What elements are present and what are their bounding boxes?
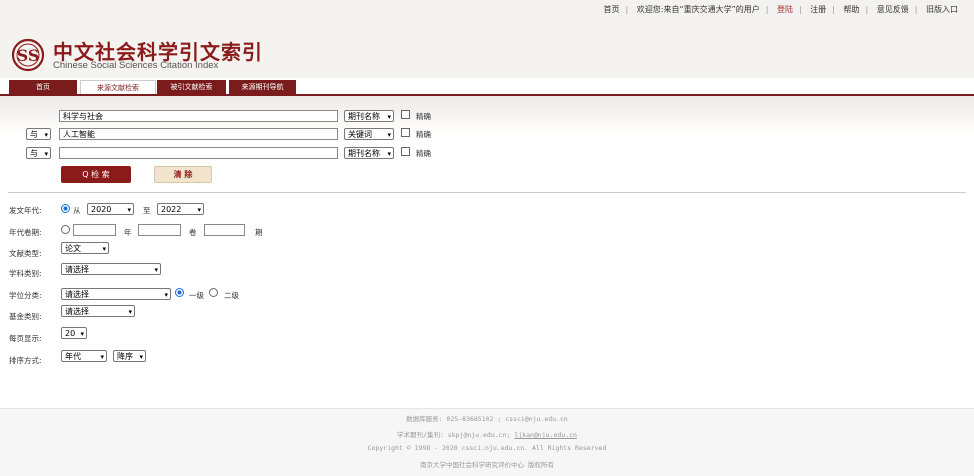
tab-journal-nav[interactable]: 来源期刊导航	[229, 80, 296, 94]
top-links: 首页 | 欢迎您:来自“重庆交通大学”的用户 | 登陆 | 注册 | 帮助 | 意见反馈 |…	[603, 4, 958, 15]
fund-value: 请选择	[65, 307, 89, 316]
sort-order-select[interactable]: 降序 ▾	[113, 350, 146, 362]
chevron-down-icon: ▾	[102, 245, 106, 253]
exact-checkbox-2[interactable]	[401, 128, 410, 137]
tab-home[interactable]: 首页	[9, 80, 77, 94]
exact-label-1: 精确	[416, 112, 431, 121]
exact-label-3: 精确	[416, 149, 431, 158]
logic-select-3[interactable]: 与 ▾	[26, 147, 51, 159]
volume-unit-label: 卷	[189, 228, 197, 237]
chevron-down-icon: ▾	[387, 113, 391, 121]
chevron-down-icon: ▾	[128, 308, 132, 316]
year-from-label: 从	[73, 206, 81, 215]
field-select-2-value: 关键词	[348, 130, 372, 139]
degree-value: 请选择	[65, 290, 89, 299]
sort-label: 排序方式:	[9, 356, 42, 365]
sort-field-value: 年代	[65, 352, 81, 361]
footer-email-link[interactable]: ljkan@nju.edu.cn	[514, 431, 577, 439]
volume-input[interactable]	[138, 224, 181, 236]
chevron-down-icon: ▾	[139, 353, 143, 361]
perpage-label: 每页显示:	[9, 334, 42, 343]
year-from-value: 2020	[91, 205, 112, 214]
level2-radio[interactable]	[209, 288, 218, 297]
subject-select[interactable]: 请选择 ▾	[61, 263, 161, 275]
issue-input[interactable]	[204, 224, 245, 236]
perpage-value: 20	[65, 329, 76, 338]
volume-radio[interactable]	[61, 225, 70, 234]
chevron-down-icon: ▾	[197, 206, 201, 214]
exact-label-2: 精确	[416, 130, 431, 139]
search-input-1[interactable]: 科学与社会	[59, 110, 338, 122]
level1-radio[interactable]	[175, 288, 184, 297]
degree-select[interactable]: 请选择 ▾	[61, 288, 171, 300]
chevron-down-icon: ▾	[387, 131, 391, 139]
doctype-label: 文献类型:	[9, 249, 42, 258]
subject-label: 学科类别:	[9, 269, 42, 278]
login-link[interactable]: 登陆	[777, 4, 793, 15]
exact-checkbox-1[interactable]	[401, 110, 410, 119]
divider	[8, 192, 966, 193]
chevron-down-icon: ▾	[387, 150, 391, 158]
chevron-down-icon: ▾	[44, 150, 48, 158]
chevron-down-icon: ▾	[164, 291, 168, 299]
field-select-1-value: 期刊名称	[348, 112, 380, 121]
site-subtitle: Chinese Social Sciences Citation Index	[53, 60, 219, 71]
tab-source-search[interactable]: 来源文献检索	[80, 80, 156, 94]
year-to-label: 至	[143, 206, 151, 215]
chevron-down-icon: ▾	[154, 266, 158, 274]
fund-select[interactable]: 请选择 ▾	[61, 305, 135, 317]
year-to-value: 2022	[161, 205, 182, 214]
home-link[interactable]: 首页	[604, 4, 620, 15]
year-from-select[interactable]: 2020 ▾	[87, 203, 134, 215]
footer-owner: 南京大学中国社会科学研究评价中心 版权所有	[420, 461, 554, 469]
field-select-3-value: 期刊名称	[348, 149, 380, 158]
volume-label: 年代卷期:	[9, 228, 42, 237]
clear-button[interactable]: 清 除	[154, 166, 212, 183]
footer-journal: 学术期刊/集刊: skpj@nju.edu.cn; ljkan@nju.edu.…	[0, 429, 974, 439]
year-to-select[interactable]: 2022 ▾	[157, 203, 204, 215]
chevron-down-icon: ▾	[44, 131, 48, 139]
footer-copyright: Copyright © 1998 - 2020 cssci.nju.edu.cn…	[367, 444, 607, 452]
fund-label: 基金类别:	[9, 312, 42, 321]
top-bar: 首页 | 欢迎您:来自“重庆交通大学”的用户 | 登陆 | 注册 | 帮助 | 意见反馈 |…	[0, 0, 974, 18]
help-link[interactable]: 帮助	[844, 4, 860, 15]
logic-select-2-value: 与	[30, 130, 38, 139]
welcome-text: 欢迎您:来自“重庆交通大学”的用户	[636, 5, 760, 14]
perpage-select[interactable]: 20 ▾	[61, 327, 87, 339]
year-range-radio[interactable]	[61, 204, 70, 213]
chevron-down-icon: ▾	[127, 206, 131, 214]
search-button[interactable]: Q 检 索	[61, 166, 131, 183]
year-unit-label: 年	[124, 228, 132, 237]
sort-order-value: 降序	[117, 352, 133, 361]
register-link[interactable]: 注册	[810, 4, 826, 15]
field-select-2[interactable]: 关键词 ▾	[344, 128, 394, 140]
tab-cited-search[interactable]: 被引文献检索	[157, 80, 226, 94]
field-select-3[interactable]: 期刊名称 ▾	[344, 147, 394, 159]
degree-label: 学位分类:	[9, 291, 42, 300]
cssci-logo-icon: SS	[11, 38, 45, 72]
footer-service: 数据库服务: 025-83685102 ; cssci@nju.edu.cn	[406, 415, 568, 423]
field-select-1[interactable]: 期刊名称 ▾	[344, 110, 394, 122]
logic-select-3-value: 与	[30, 149, 38, 158]
exact-checkbox-3[interactable]	[401, 147, 410, 156]
feedback-link[interactable]: 意见反馈	[877, 4, 909, 15]
issue-unit-label: 期	[255, 228, 263, 237]
sort-field-select[interactable]: 年代 ▾	[61, 350, 107, 362]
level2-label: 二级	[224, 291, 239, 300]
footer: 数据库服务: 025-83685102 ; cssci@nju.edu.cn 学…	[0, 408, 974, 476]
level1-label: 一级	[189, 291, 204, 300]
logic-select-2[interactable]: 与 ▾	[26, 128, 51, 140]
old-version-link[interactable]: 旧版入口	[926, 4, 958, 15]
volume-year-input[interactable]	[73, 224, 116, 236]
search-input-2[interactable]: 人工智能	[59, 128, 338, 140]
chevron-down-icon: ▾	[100, 353, 104, 361]
year-label: 发文年代:	[9, 206, 42, 215]
footer-journal-prefix: 学术期刊/集刊: skpj@nju.edu.cn;	[397, 431, 511, 439]
svg-text:SS: SS	[17, 46, 40, 65]
subject-value: 请选择	[65, 265, 89, 274]
search-input-3[interactable]	[59, 147, 338, 159]
chevron-down-icon: ▾	[80, 330, 84, 338]
doctype-value: 论文	[65, 244, 81, 253]
doctype-select[interactable]: 论文 ▾	[61, 242, 109, 254]
